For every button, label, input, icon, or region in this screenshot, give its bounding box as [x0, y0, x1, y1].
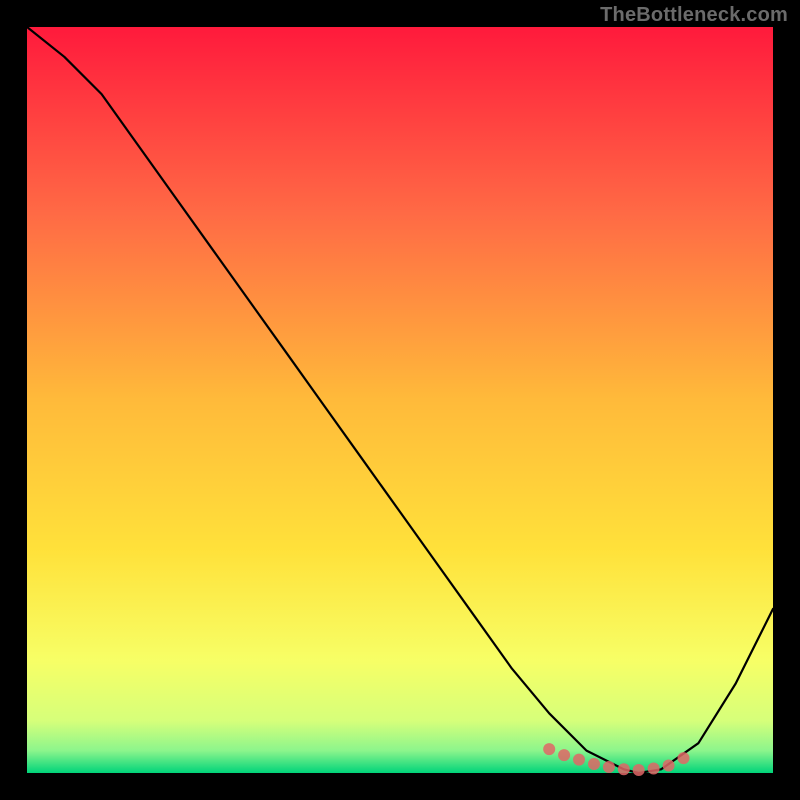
- optimal-marker: [543, 743, 555, 755]
- optimal-marker: [633, 764, 645, 776]
- optimal-marker: [648, 763, 660, 775]
- watermark-text: TheBottleneck.com: [600, 4, 788, 27]
- optimal-marker: [573, 754, 585, 766]
- bottleneck-chart: [0, 0, 800, 800]
- chart-frame: TheBottleneck.com: [0, 0, 800, 800]
- optimal-marker: [588, 758, 600, 770]
- plot-background: [27, 27, 773, 773]
- optimal-marker: [558, 749, 570, 761]
- optimal-marker: [663, 760, 675, 772]
- optimal-marker: [603, 761, 615, 773]
- optimal-marker: [618, 763, 630, 775]
- optimal-marker: [678, 752, 690, 764]
